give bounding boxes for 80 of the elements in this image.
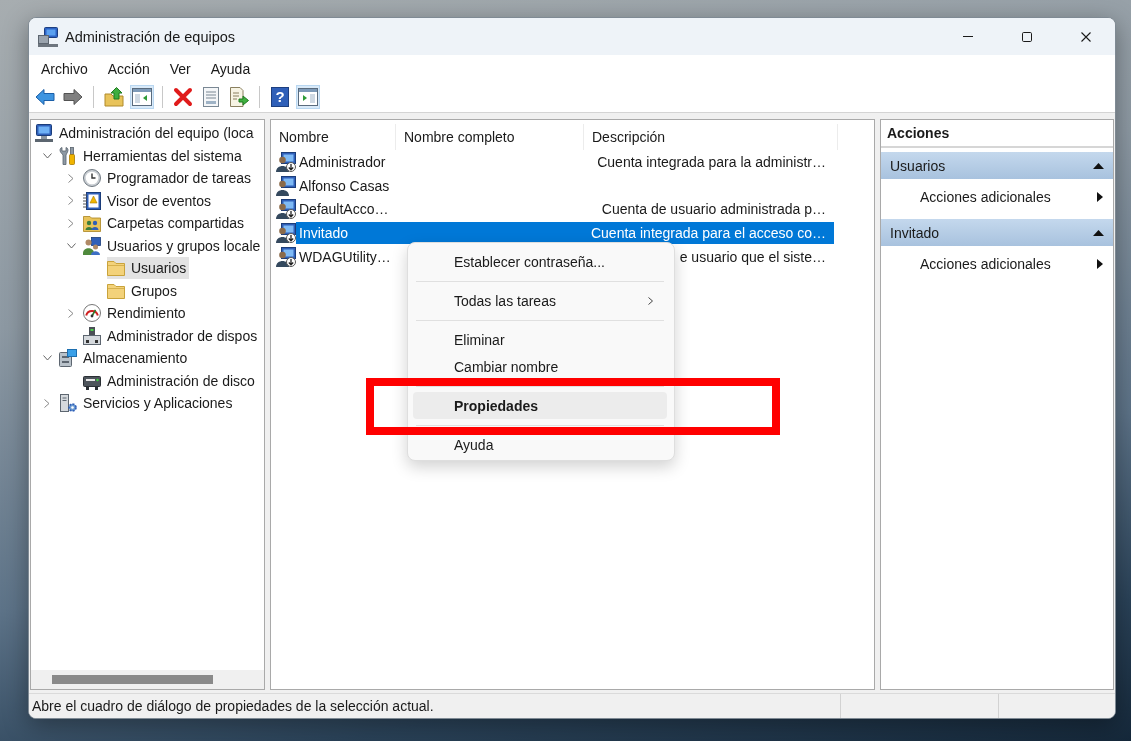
gauge-icon [83, 304, 101, 323]
export-list-button[interactable] [227, 85, 251, 109]
scrollbar-thumb[interactable] [52, 675, 213, 684]
action-item[interactable]: Acciones adicionales [881, 250, 1113, 278]
tree-item[interactable]: Herramientas del sistema [59, 144, 245, 167]
action-pane-toggle[interactable] [296, 85, 320, 109]
close-icon [1080, 31, 1091, 42]
console-tree-toggle[interactable] [130, 85, 154, 109]
properties-sheet-icon [201, 87, 221, 107]
tree-item[interactable]: Visor de eventos [83, 189, 215, 212]
tree-item[interactable]: Administración del equipo (loca [35, 122, 257, 145]
computer-icon [35, 124, 53, 143]
chevron-right-icon[interactable] [44, 398, 50, 408]
export-list-icon [229, 87, 249, 107]
column-header[interactable]: Nombre [271, 124, 396, 150]
tree-item[interactable]: Almacenamiento [59, 347, 191, 370]
user-row[interactable]: Alfonso Casas [296, 174, 583, 197]
actions-title: Acciones [881, 120, 1113, 148]
section-header[interactable]: Usuarios [881, 152, 1113, 179]
users-icon [83, 236, 101, 255]
tree-item[interactable]: Rendimiento [83, 302, 189, 325]
folder-icon [107, 259, 125, 278]
chevron-right-icon[interactable] [68, 218, 74, 228]
up-level-button[interactable] [102, 85, 126, 109]
description-cell-text: Cuenta integrada para el acceso co… [589, 225, 827, 242]
menu-bar-item[interactable]: Ver [159, 56, 201, 81]
tree-item[interactable]: Servicios y Aplicaciones [59, 392, 236, 415]
delete-icon [173, 87, 193, 107]
name-cell-text: DefaultAcco… [298, 200, 390, 220]
delete-button[interactable] [171, 85, 195, 109]
maximize-icon [1021, 31, 1032, 42]
chevron-right-icon[interactable] [68, 173, 74, 183]
chevron-down-icon[interactable] [66, 242, 76, 249]
shared-folder-icon [83, 214, 101, 233]
menu-bar-item[interactable]: Acción [97, 56, 160, 81]
folder-icon [107, 281, 125, 300]
folder-up-arrow-icon [104, 87, 124, 107]
status-text: Abre el cuadro de diálogo de propiedades de la selección actual. [31, 697, 435, 716]
description-cell-text: Cuenta integrada para la administr… [596, 153, 827, 170]
tree-item[interactable]: Administrador de dispos [83, 324, 261, 347]
column-header[interactable]: Nombre completo [396, 124, 584, 150]
name-cell-text: Administrador [298, 152, 387, 172]
context-menu-item[interactable]: Cambiar nombre [413, 353, 667, 380]
action-item[interactable]: Acciones adicionales [881, 183, 1113, 211]
context-menu-item[interactable]: Ayuda [413, 431, 667, 458]
tree-item[interactable]: Carpetas compartidas [83, 212, 247, 235]
computer-management-icon [38, 26, 58, 47]
clock-icon [83, 169, 101, 188]
menu-bar-item[interactable]: Ayuda [200, 56, 261, 81]
name-cell-text: Alfonso Casas [298, 176, 391, 196]
tree-item[interactable]: Usuarios [107, 257, 190, 280]
chevron-down-icon[interactable] [42, 355, 52, 362]
chevron-down-icon[interactable] [42, 152, 52, 159]
column-header[interactable]: Descripción [584, 124, 838, 150]
horizontal-scrollbar[interactable] [31, 670, 264, 689]
minimize-icon [962, 36, 973, 37]
chevron-right-icon[interactable] [68, 196, 74, 206]
description-cell-text: Cuenta de usuario administrada p… [600, 201, 827, 218]
tree-item[interactable]: Grupos [107, 279, 180, 302]
log-book-icon [83, 191, 101, 210]
name-cell-text: Invitado [298, 224, 350, 244]
storage-icon [59, 349, 77, 368]
tree-item[interactable]: Usuarios y grupos locale [83, 234, 264, 257]
tree-item[interactable]: Administración de disco [83, 369, 258, 392]
device-icon [83, 326, 101, 345]
chevron-right-icon[interactable] [68, 308, 74, 318]
server-gear-icon [59, 394, 77, 413]
context-menu-item[interactable]: Eliminar [413, 326, 667, 353]
context-menu-item[interactable]: Establecer contraseña... [413, 248, 667, 275]
window-title: Administración de equipos [65, 28, 237, 45]
tools-icon [59, 146, 77, 165]
section-header[interactable]: Invitado [881, 219, 1113, 246]
back-arrow-icon [35, 87, 55, 107]
context-menu-item[interactable]: Propiedades [413, 392, 667, 419]
forward-arrow-icon [63, 87, 83, 107]
left-pane-window-icon [132, 87, 152, 107]
right-pane-window-icon [298, 87, 318, 107]
context-menu-item[interactable]: Todas las tareas [413, 287, 667, 314]
menu-bar-item[interactable]: Archivo [31, 56, 98, 81]
tree-item[interactable]: Programador de tareas [83, 167, 254, 190]
